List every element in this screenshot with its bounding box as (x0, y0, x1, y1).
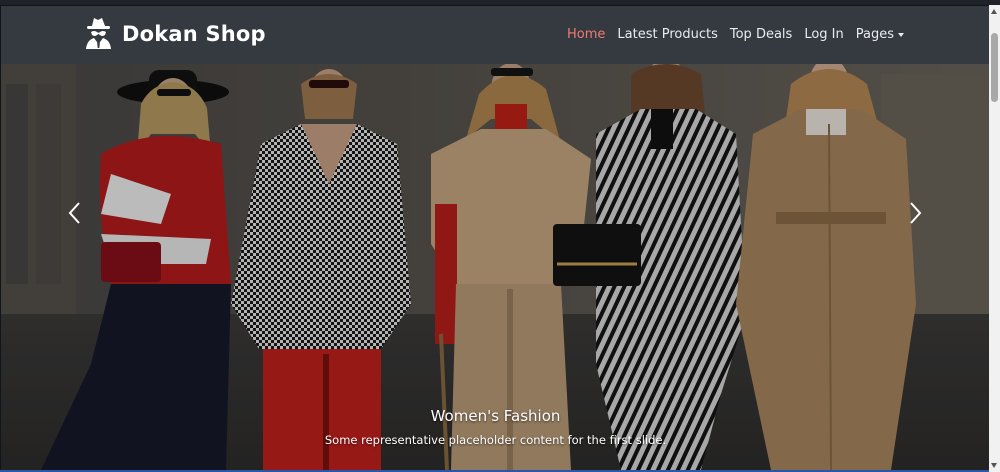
navbar: Dokan Shop Home Latest Products Top Deal… (1, 6, 990, 64)
brand[interactable]: Dokan Shop (85, 16, 266, 52)
brand-name: Dokan Shop (122, 22, 266, 46)
carousel-prev-button[interactable] (65, 200, 85, 226)
page-scrollbar[interactable] (989, 5, 1000, 472)
caret-down-icon (898, 32, 904, 37)
spy-logo-icon (85, 16, 112, 53)
nav-link-top-deals[interactable]: Top Deals (730, 27, 792, 42)
scroll-down-icon[interactable] (991, 463, 997, 468)
chevron-left-icon (68, 202, 80, 224)
carousel-next-button[interactable] (905, 200, 925, 226)
carousel-caption-text: Some representative placeholder content … (324, 433, 667, 447)
chevron-right-icon (910, 202, 922, 224)
browser-viewport: Dokan Shop Home Latest Products Top Deal… (0, 5, 990, 470)
nav-link-home[interactable]: Home (567, 27, 605, 42)
nav-link-pages[interactable]: Pages (856, 27, 904, 42)
nav-link-pages-label: Pages (855, 27, 894, 42)
scroll-up-icon[interactable] (991, 9, 997, 14)
hero-carousel: Women's Fashion Some representative plac… (1, 64, 990, 470)
nav-link-log-in[interactable]: Log In (804, 27, 843, 42)
carousel-caption-title: Women's Fashion (430, 407, 561, 425)
scrollbar-thumb[interactable] (991, 33, 998, 102)
nav-link-latest-products[interactable]: Latest Products (617, 27, 717, 42)
nav-links: Home Latest Products Top Deals Log In Pa… (567, 27, 904, 42)
